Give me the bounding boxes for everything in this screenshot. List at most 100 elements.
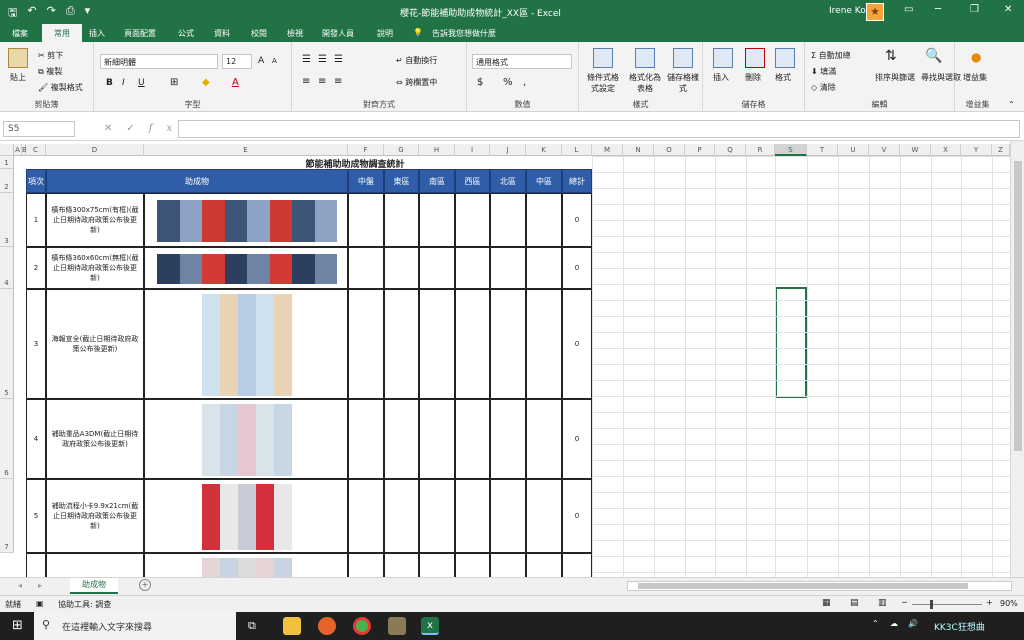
- tab-view[interactable]: 檢視: [287, 28, 303, 39]
- column-header-w[interactable]: W: [900, 144, 931, 156]
- cell-region[interactable]: [348, 553, 384, 577]
- tray-network-icon[interactable]: ☁: [890, 619, 898, 628]
- format-cells-button[interactable]: 格式: [775, 72, 791, 83]
- zoom-slider-thumb[interactable]: [930, 600, 933, 609]
- cell-region[interactable]: [526, 553, 562, 577]
- cell-no[interactable]: [26, 553, 46, 577]
- row-header-4[interactable]: 4: [0, 247, 14, 289]
- column-header-g[interactable]: G: [384, 144, 419, 156]
- normal-view-icon[interactable]: ▦: [822, 598, 831, 608]
- font-size-select[interactable]: 12: [222, 54, 252, 69]
- tab-data[interactable]: 資料: [214, 28, 230, 39]
- h-scroll-thumb[interactable]: [638, 583, 968, 589]
- align-middle-icon[interactable]: ☰: [318, 54, 327, 65]
- paste-icon[interactable]: [8, 48, 28, 68]
- conditional-format-button[interactable]: 條件式格式設定: [585, 72, 621, 94]
- align-center-icon[interactable]: ≡: [318, 76, 326, 87]
- column-header-j[interactable]: J: [490, 144, 526, 156]
- row-header-2[interactable]: 2: [0, 169, 14, 193]
- cell-total[interactable]: 0: [562, 289, 592, 399]
- cell-image[interactable]: [144, 479, 348, 553]
- column-header-n[interactable]: N: [623, 144, 654, 156]
- cell-item[interactable]: 補助重品A3DM(截止日期待政府政策公布後更新): [46, 399, 144, 479]
- cell-region[interactable]: [384, 479, 419, 553]
- cell-total[interactable]: 0: [562, 193, 592, 247]
- column-header-t[interactable]: T: [807, 144, 838, 156]
- font-shrink-button[interactable]: A: [272, 57, 277, 65]
- tray-people-icon[interactable]: ⌃: [872, 619, 879, 628]
- taskbar-search[interactable]: ⚲ 在這裡輸入文字來搜尋: [34, 612, 236, 640]
- cell-region[interactable]: [526, 289, 562, 399]
- cell-no[interactable]: 3: [26, 289, 46, 399]
- tell-me-search[interactable]: 告訴我您想做什麼: [432, 28, 496, 39]
- cell-region[interactable]: [384, 553, 419, 577]
- cell-image[interactable]: [144, 247, 348, 289]
- scroll-thumb[interactable]: [1014, 161, 1022, 451]
- delete-cells-icon[interactable]: [745, 48, 765, 68]
- print-preview-icon[interactable]: ⎙: [66, 4, 75, 23]
- macro-record-icon[interactable]: ▣: [36, 599, 44, 608]
- clear-button[interactable]: ◇ 清除: [811, 82, 836, 93]
- cell-styles-icon[interactable]: [673, 48, 693, 68]
- format-table-button[interactable]: 格式化為表格: [627, 72, 663, 94]
- cell-item[interactable]: 補助流程小卡9.9x21cm(截止日期待政府政策公布後更新): [46, 479, 144, 553]
- cell-region[interactable]: [455, 247, 490, 289]
- tab-page-layout[interactable]: 頁面配置: [124, 28, 156, 39]
- column-header-d[interactable]: D: [46, 144, 144, 156]
- insert-cells-button[interactable]: 插入: [713, 72, 729, 83]
- cell-region[interactable]: [384, 247, 419, 289]
- tray-volume-icon[interactable]: 🔊: [908, 619, 918, 628]
- redo-icon[interactable]: ↷: [47, 4, 56, 23]
- vertical-scrollbar[interactable]: [1010, 141, 1024, 577]
- zoom-level[interactable]: 90%: [1000, 599, 1018, 608]
- avatar[interactable]: ★: [866, 3, 884, 21]
- cell-region[interactable]: [455, 289, 490, 399]
- format-cells-icon[interactable]: [775, 48, 795, 68]
- cell-region[interactable]: [526, 399, 562, 479]
- cell-no[interactable]: 1: [26, 193, 46, 247]
- zoom-slider[interactable]: [912, 600, 982, 609]
- cell-region[interactable]: [490, 247, 526, 289]
- conditional-format-icon[interactable]: [593, 48, 613, 68]
- cell-region[interactable]: [348, 479, 384, 553]
- name-box[interactable]: S5: [3, 121, 75, 137]
- column-header-l[interactable]: L: [562, 144, 592, 156]
- paste-button[interactable]: 貼上: [10, 72, 26, 83]
- cell-image[interactable]: [144, 399, 348, 479]
- cell-no[interactable]: 5: [26, 479, 46, 553]
- row-header-1[interactable]: 1: [0, 156, 14, 169]
- cell-region[interactable]: [348, 193, 384, 247]
- tab-file[interactable]: 檔案: [12, 28, 28, 39]
- customize-icon[interactable]: ▾: [85, 4, 91, 23]
- formula-input[interactable]: [178, 120, 1020, 138]
- cell-no[interactable]: 4: [26, 399, 46, 479]
- underline-button[interactable]: U: [138, 78, 145, 88]
- add-sheet-button[interactable]: +: [139, 579, 151, 591]
- column-header-y[interactable]: Y: [961, 144, 992, 156]
- page-break-view-icon[interactable]: ▥: [878, 598, 887, 608]
- italic-button[interactable]: I: [122, 78, 125, 88]
- cell-region[interactable]: [490, 553, 526, 577]
- page-layout-view-icon[interactable]: ▤: [850, 598, 859, 608]
- accessibility-checker[interactable]: 協助工具: 調查: [58, 599, 111, 610]
- column-header-c[interactable]: C: [26, 144, 46, 156]
- copy-button[interactable]: ⧉ 複製: [38, 66, 62, 77]
- cell-total[interactable]: 0: [562, 479, 592, 553]
- comma-button[interactable]: ,: [523, 77, 526, 88]
- percent-button[interactable]: %: [503, 77, 513, 88]
- selected-cell[interactable]: [775, 287, 807, 398]
- minimize-icon[interactable]: ─: [935, 4, 941, 15]
- cell-total[interactable]: 0: [562, 399, 592, 479]
- cell-region[interactable]: [419, 247, 455, 289]
- row-header-6[interactable]: 6: [0, 399, 14, 479]
- autosum-button[interactable]: Σ 自動加總: [811, 50, 851, 61]
- column-header-p[interactable]: P: [685, 144, 715, 156]
- column-header-k[interactable]: K: [526, 144, 562, 156]
- close-icon[interactable]: ✕: [1004, 4, 1012, 15]
- font-grow-button[interactable]: A: [258, 56, 264, 66]
- column-header-i[interactable]: I: [455, 144, 490, 156]
- column-header-m[interactable]: M: [592, 144, 623, 156]
- file-explorer-icon[interactable]: [283, 617, 301, 635]
- cell-region[interactable]: [348, 289, 384, 399]
- restore-icon[interactable]: ❐: [970, 4, 979, 15]
